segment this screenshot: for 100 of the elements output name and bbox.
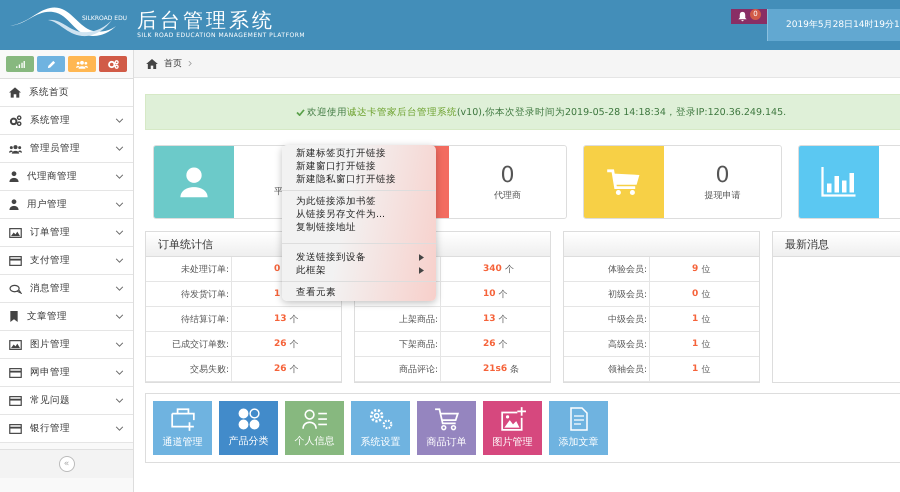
- unit-text: 个: [498, 288, 508, 300]
- count-value: 26: [274, 339, 287, 349]
- unit-text: 位: [701, 264, 710, 276]
- unit-text: 个: [290, 314, 299, 326]
- stat-label: 代理商: [494, 190, 521, 202]
- sidebar-item[interactable]: 网申管理: [0, 359, 133, 387]
- image-icon: [9, 228, 22, 238]
- table-cell: 未处理订单:: [146, 257, 232, 281]
- table-cell: 待发货订单:: [146, 282, 232, 306]
- image-icon: [9, 340, 22, 350]
- unit-text: 个: [498, 314, 508, 326]
- gears-icon: [368, 407, 394, 431]
- table-cell: 初级会员:: [564, 282, 650, 306]
- stat-value: 0: [716, 162, 730, 188]
- image-plus-icon: [500, 407, 526, 431]
- count-value: 26: [274, 364, 287, 374]
- table-cell: 高级会员:: [564, 332, 650, 356]
- stat-label: 平: [274, 186, 283, 198]
- table-cell: 上架商品:: [355, 307, 441, 331]
- menu-item[interactable]: 为此链接添加书签: [282, 195, 436, 208]
- sidebar-item[interactable]: 支付管理: [0, 247, 133, 275]
- quick-link-tile[interactable]: 产品分类: [219, 401, 278, 455]
- card-icon: [9, 424, 22, 434]
- sidebar-item[interactable]: 管理员管理: [0, 135, 133, 163]
- pencil-icon: [46, 60, 56, 68]
- gears-icon: [9, 115, 22, 126]
- sidebar-item[interactable]: 代理商管理: [0, 163, 133, 191]
- menu-item[interactable]: 查看元素: [282, 286, 436, 299]
- menu-item[interactable]: 新建标签页打开链接: [282, 147, 436, 160]
- signal-icon: [16, 60, 24, 68]
- home-icon: [9, 87, 21, 98]
- gears-icon: [108, 60, 118, 68]
- table-cell: 待结算订单:: [146, 307, 232, 331]
- welcome-message: 欢迎使用诚达卡管家后台管理系统(v10),你本次登录时间为2019-05-28 14:18:34，登录IP:120.36.249.145.: [306, 106, 786, 118]
- count-value: 1: [274, 289, 280, 299]
- panel-title: 最新消息: [785, 236, 829, 252]
- table-title: 订单统计信: [158, 236, 213, 252]
- table-cell: 交易失败:: [146, 357, 232, 381]
- card-icon: [9, 396, 22, 406]
- table-cell: 下架商品:: [355, 332, 441, 356]
- stat-label: 提现申请: [704, 190, 740, 202]
- unit-text: 位: [701, 288, 710, 300]
- users-icon: [76, 60, 88, 68]
- menu-item[interactable]: 发送链接到设备: [282, 251, 436, 264]
- count-value: 26: [483, 339, 496, 349]
- sidebar-item[interactable]: 银行管理: [0, 415, 133, 443]
- count-value: 1: [692, 364, 698, 374]
- shortcut-button[interactable]: [68, 56, 96, 72]
- menu-item[interactable]: 新建隐私窗口打开链接: [282, 173, 436, 186]
- unit-text: 个: [498, 338, 508, 350]
- sidebar-item[interactable]: 消息管理: [0, 275, 133, 303]
- check-icon: [296, 108, 305, 116]
- user-icon: [9, 171, 19, 182]
- menu-item[interactable]: 新建窗口打开链接: [282, 160, 436, 173]
- shortcut-button[interactable]: [37, 56, 65, 72]
- bag-plus-icon: [170, 407, 196, 431]
- card-icon: [9, 368, 22, 378]
- unit-text: 位: [701, 338, 710, 350]
- unit-text: 位: [701, 364, 710, 376]
- count-value: 13: [274, 314, 287, 324]
- bell-icon: [737, 11, 748, 22]
- unit-text: 条: [510, 364, 520, 376]
- bookmark-icon: [9, 311, 19, 322]
- table-cell: 领袖会员:: [564, 357, 650, 381]
- unit-text: 个: [290, 338, 299, 350]
- shortcut-button[interactable]: [6, 56, 34, 72]
- sidebar-item[interactable]: 常见问题: [0, 387, 133, 415]
- user-icon: [9, 199, 19, 210]
- count-value: 13: [483, 314, 496, 324]
- table-cell: 商品评论:: [355, 357, 441, 381]
- home-icon: [146, 58, 158, 68]
- count-value: 1: [692, 314, 698, 324]
- sidebar-item[interactable]: 文章管理: [0, 303, 133, 331]
- sidebar-item[interactable]: 图片管理: [0, 331, 133, 359]
- users-icon: [9, 144, 22, 154]
- menu-item[interactable]: 从链接另存文件为...: [282, 208, 436, 221]
- shortcut-button[interactable]: [99, 56, 127, 72]
- unit-text: 个: [290, 364, 299, 376]
- clover-icon: [238, 408, 260, 430]
- breadcrumb-link[interactable]: 首页: [164, 57, 182, 70]
- sidebar-item[interactable]: 订单管理: [0, 219, 133, 247]
- count-value: 10: [483, 289, 496, 299]
- count-value: 0: [692, 289, 698, 299]
- menu-item[interactable]: 此框架: [282, 264, 436, 277]
- count-value: 1: [692, 339, 698, 349]
- quick-link-tile[interactable]: 图片管理: [483, 401, 542, 455]
- chevron-right-icon: [188, 60, 192, 67]
- sidebar-item[interactable]: 用户管理: [0, 191, 133, 219]
- datetime-text: 2019年5月28日14时19分1: [767, 9, 900, 41]
- count-value: 340: [483, 264, 502, 274]
- chat-icon: [9, 284, 22, 294]
- sidebar-item[interactable]: 系统管理: [0, 107, 133, 135]
- sidebar-item[interactable]: 系统首页: [0, 79, 133, 107]
- unit-text: 个: [504, 264, 514, 276]
- stat-value: 0: [500, 162, 514, 188]
- menu-item[interactable]: 复制链接地址: [282, 221, 436, 234]
- card-icon: [9, 256, 22, 266]
- table-cell: 体验会员:: [564, 257, 650, 281]
- unit-text: 位: [701, 314, 710, 326]
- count-value: 9: [692, 264, 698, 274]
